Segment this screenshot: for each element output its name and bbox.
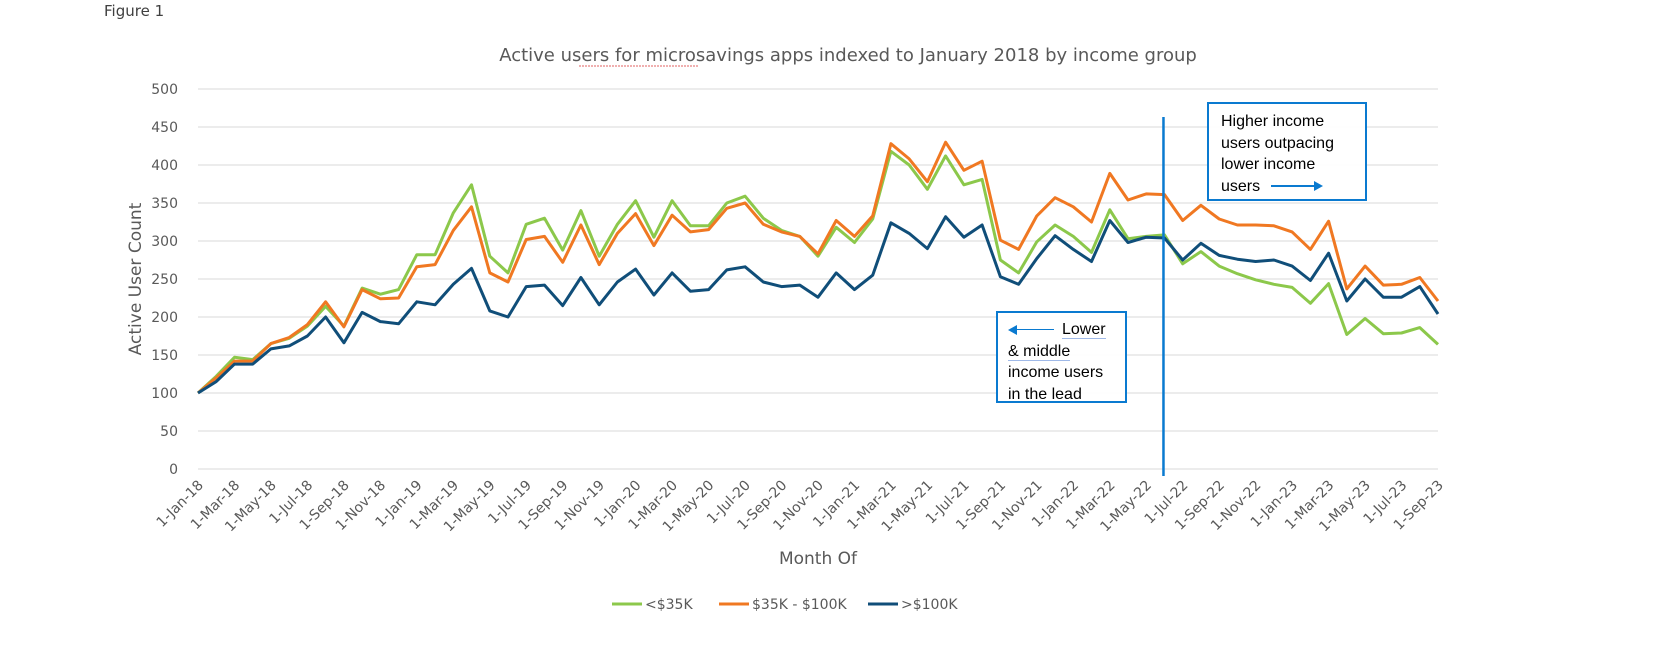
arrow-left-icon [1008, 324, 1054, 335]
y-tick-label: 250 [151, 272, 178, 288]
legend-label: $35K - $100K [752, 597, 847, 613]
annotation-line: lower income [1221, 156, 1316, 173]
y-tick-label: 350 [151, 196, 178, 212]
legend-item: <$35K [612, 597, 693, 613]
title-underlined-word: microsavings [645, 45, 764, 66]
annotation-line: in the lead [1008, 385, 1082, 403]
y-tick-label: 0 [169, 462, 178, 478]
y-tick-label: 300 [151, 234, 178, 250]
annotation-higher-income: Higher income users outpacing lower inco… [1207, 102, 1367, 201]
line-chart: Active users for microsavings apps index… [126, 45, 1447, 613]
annotation-line: users outpacing [1221, 134, 1334, 152]
series-line-high-income [197, 215, 1440, 395]
annotation-line: Lower [1008, 319, 1125, 341]
y-tick-label: 500 [151, 82, 178, 98]
chart-title: Active users for microsavings apps index… [499, 45, 1197, 66]
y-tick-label: 450 [151, 120, 178, 136]
y-tick-label: 200 [151, 310, 178, 326]
legend-label: <$35K [645, 597, 693, 613]
annotation-lower-middle-income: Lower & middle income users in the lead [996, 311, 1127, 403]
x-axis-label: Month Of [779, 549, 858, 569]
legend: <$35K $35K - $100K >$100K [612, 597, 958, 613]
annotation-line: users [1221, 176, 1365, 198]
y-tick-labels: 0 50 100 150 200 250 300 350 400 450 500 [151, 82, 178, 478]
legend-item: >$100K [868, 597, 958, 613]
x-tick-labels: 1-Jan-181-Mar-181-May-181-Jul-181-Sep-18… [154, 478, 1447, 536]
y-tick-label: 400 [151, 158, 178, 174]
legend-label: >$100K [901, 597, 958, 613]
y-tick-label: 150 [151, 348, 178, 364]
annotation-line: Higher income [1221, 113, 1325, 130]
y-tick-label: 50 [160, 424, 178, 440]
y-tick-label: 100 [151, 386, 178, 402]
arrow-right-icon [1270, 181, 1323, 192]
annotation-line: income users [1008, 364, 1104, 381]
y-axis-label: Active User Count [126, 202, 146, 355]
annotation-line: & middle [1008, 342, 1071, 361]
legend-item: $35K - $100K [719, 597, 847, 613]
